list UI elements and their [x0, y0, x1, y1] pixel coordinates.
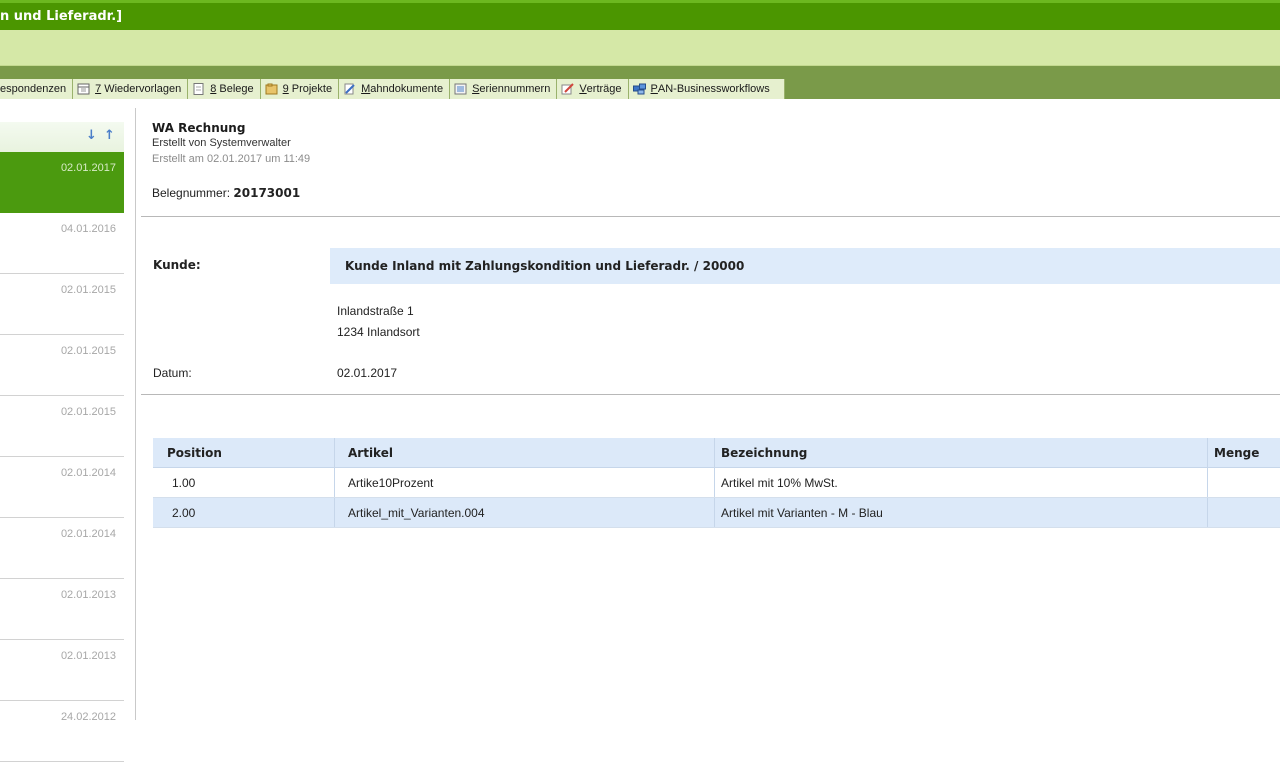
tab-hotkey: 7 [95, 83, 102, 95]
tab-belege[interactable]: 8 Belege [188, 79, 261, 99]
document-list: 02.01.2017 04.01.2016 02.01.2015 02.01.2… [0, 152, 124, 762]
line-items-table: Position Artikel Bezeichnung Menge 1.00 … [153, 438, 1280, 528]
tab-correspondence[interactable]: espondenzen [0, 79, 74, 99]
table-row[interactable]: 1.00 Artike10Prozent Artikel mit 10% MwS… [153, 468, 1280, 498]
column-header-artikel[interactable]: Artikel [335, 438, 715, 467]
tab-label: Wiedervorlagen [104, 83, 182, 95]
date-value: 02.01.2017 [337, 366, 398, 380]
list-item-date: 02.01.2015 [60, 406, 116, 418]
tab-label: espondenzen [0, 83, 67, 95]
list-item-date: 02.01.2014 [60, 528, 116, 540]
document-number-label: Belegnummer: [152, 186, 231, 200]
created-at: Erstellt am 02.01.2017 um 11:49 [152, 153, 311, 165]
window-title-bar: n und Lieferadr.] [0, 0, 1280, 30]
cell-artikel: Artikel_mit_Varianten.004 [335, 498, 715, 527]
tab-hotkey: M [361, 83, 371, 95]
list-item-date: 02.01.2014 [60, 467, 116, 479]
dunning-icon [343, 83, 356, 95]
tab-mahndokumente[interactable]: M ahndokumente [339, 79, 451, 99]
ribbon-area [0, 30, 1280, 66]
tab-label: erträge [586, 83, 622, 95]
tab-label: ahndokumente [370, 83, 444, 95]
list-item[interactable]: 02.01.2014 [0, 457, 124, 518]
tab-hotkey: V [579, 83, 587, 95]
list-item-date: 02.01.2013 [60, 650, 116, 662]
document-number-value: 20173001 [233, 186, 301, 200]
sort-ascending-icon[interactable]: ↑ [104, 128, 115, 143]
tab-seriennummern[interactable]: S eriennummern [450, 79, 558, 99]
list-item[interactable]: 02.01.2014 [0, 518, 124, 579]
list-item[interactable]: 02.01.2015 [0, 396, 124, 457]
cell-menge [1208, 468, 1280, 497]
table-header-row: Position Artikel Bezeichnung Menge [153, 438, 1280, 468]
tab-pan-businessworkflows[interactable]: P AN-Businessworkflows [628, 79, 785, 99]
serial-numbers-icon [454, 83, 467, 95]
sort-descending-icon[interactable]: ↓ [86, 128, 97, 143]
list-item[interactable]: 02.01.2013 [0, 579, 124, 640]
address-line-1: Inlandstraße 1 [337, 304, 414, 318]
document-icon [192, 83, 205, 95]
cell-position: 1.00 [153, 468, 335, 497]
customer-value[interactable]: Kunde Inland mit Zahlungskondition und L… [330, 248, 1280, 284]
workflow-icon [632, 83, 646, 95]
cell-position: 2.00 [153, 498, 335, 527]
list-item-date: 02.01.2013 [60, 589, 116, 601]
date-label: Datum: [153, 366, 192, 380]
list-item[interactable]: 02.01.2017 [0, 152, 124, 213]
list-item-date: 02.01.2015 [60, 284, 116, 296]
tab-strip: espondenzen 7 Wiedervorlagen 8 Belege 9 … [0, 79, 785, 99]
table-row[interactable]: 2.00 Artikel_mit_Varianten.004 Artikel m… [153, 498, 1280, 528]
document-list-pane: ↓ ↑ 02.01.2017 04.01.2016 02.01.2015 02.… [0, 108, 136, 762]
document-title: WA Rechnung [152, 121, 246, 135]
tab-projekte[interactable]: 9 Projekte [260, 79, 340, 99]
tab-label: Belege [219, 83, 254, 95]
list-item[interactable]: 04.01.2016 [0, 213, 124, 274]
address-line-2: 1234 Inlandsort [337, 325, 420, 339]
contract-icon [561, 83, 575, 95]
column-header-menge[interactable]: Menge [1208, 438, 1280, 467]
cell-artikel: Artike10Prozent [335, 468, 715, 497]
list-item-date: 02.01.2017 [60, 162, 116, 174]
tab-hotkey: 8 [210, 83, 217, 95]
list-item-date: 24.02.2012 [60, 711, 116, 723]
cell-bezeichnung: Artikel mit 10% MwSt. [715, 468, 1208, 497]
created-by: Erstellt von Systemverwalter [152, 137, 291, 149]
tab-hotkey: 9 [282, 83, 289, 95]
calendar-icon [77, 83, 90, 95]
column-header-bezeichnung[interactable]: Bezeichnung [715, 438, 1208, 467]
list-item-date: 04.01.2016 [60, 223, 116, 235]
list-item[interactable]: 02.01.2013 [0, 640, 124, 701]
tab-bar: espondenzen 7 Wiedervorlagen 8 Belege 9 … [0, 66, 1280, 99]
divider [141, 394, 1280, 395]
tab-label: AN-Businessworkflows [657, 83, 770, 95]
tab-hotkey: S [472, 83, 480, 95]
window-title: n und Lieferadr.] [0, 9, 123, 24]
tab-vertraege[interactable]: V erträge [557, 79, 629, 99]
cell-bezeichnung: Artikel mit Varianten - M - Blau [715, 498, 1208, 527]
customer-label: Kunde: [153, 258, 201, 272]
tab-label: Projekte [291, 83, 333, 95]
list-item[interactable]: 02.01.2015 [0, 335, 124, 396]
tab-wiedervorlagen[interactable]: 7 Wiedervorlagen [73, 79, 189, 99]
folder-icon [265, 83, 278, 95]
cell-menge [1208, 498, 1280, 527]
list-item-date: 02.01.2015 [60, 345, 116, 357]
tab-label: eriennummern [479, 83, 551, 95]
divider [141, 216, 1280, 217]
list-item[interactable]: 24.02.2012 [0, 701, 124, 762]
column-header-position[interactable]: Position [153, 438, 335, 467]
tab-hotkey: P [650, 83, 658, 95]
document-detail-pane: WA Rechnung Erstellt von Systemverwalter… [141, 108, 1280, 720]
document-number: Belegnummer: 20173001 [152, 186, 300, 200]
list-item[interactable]: 02.01.2015 [0, 274, 124, 335]
